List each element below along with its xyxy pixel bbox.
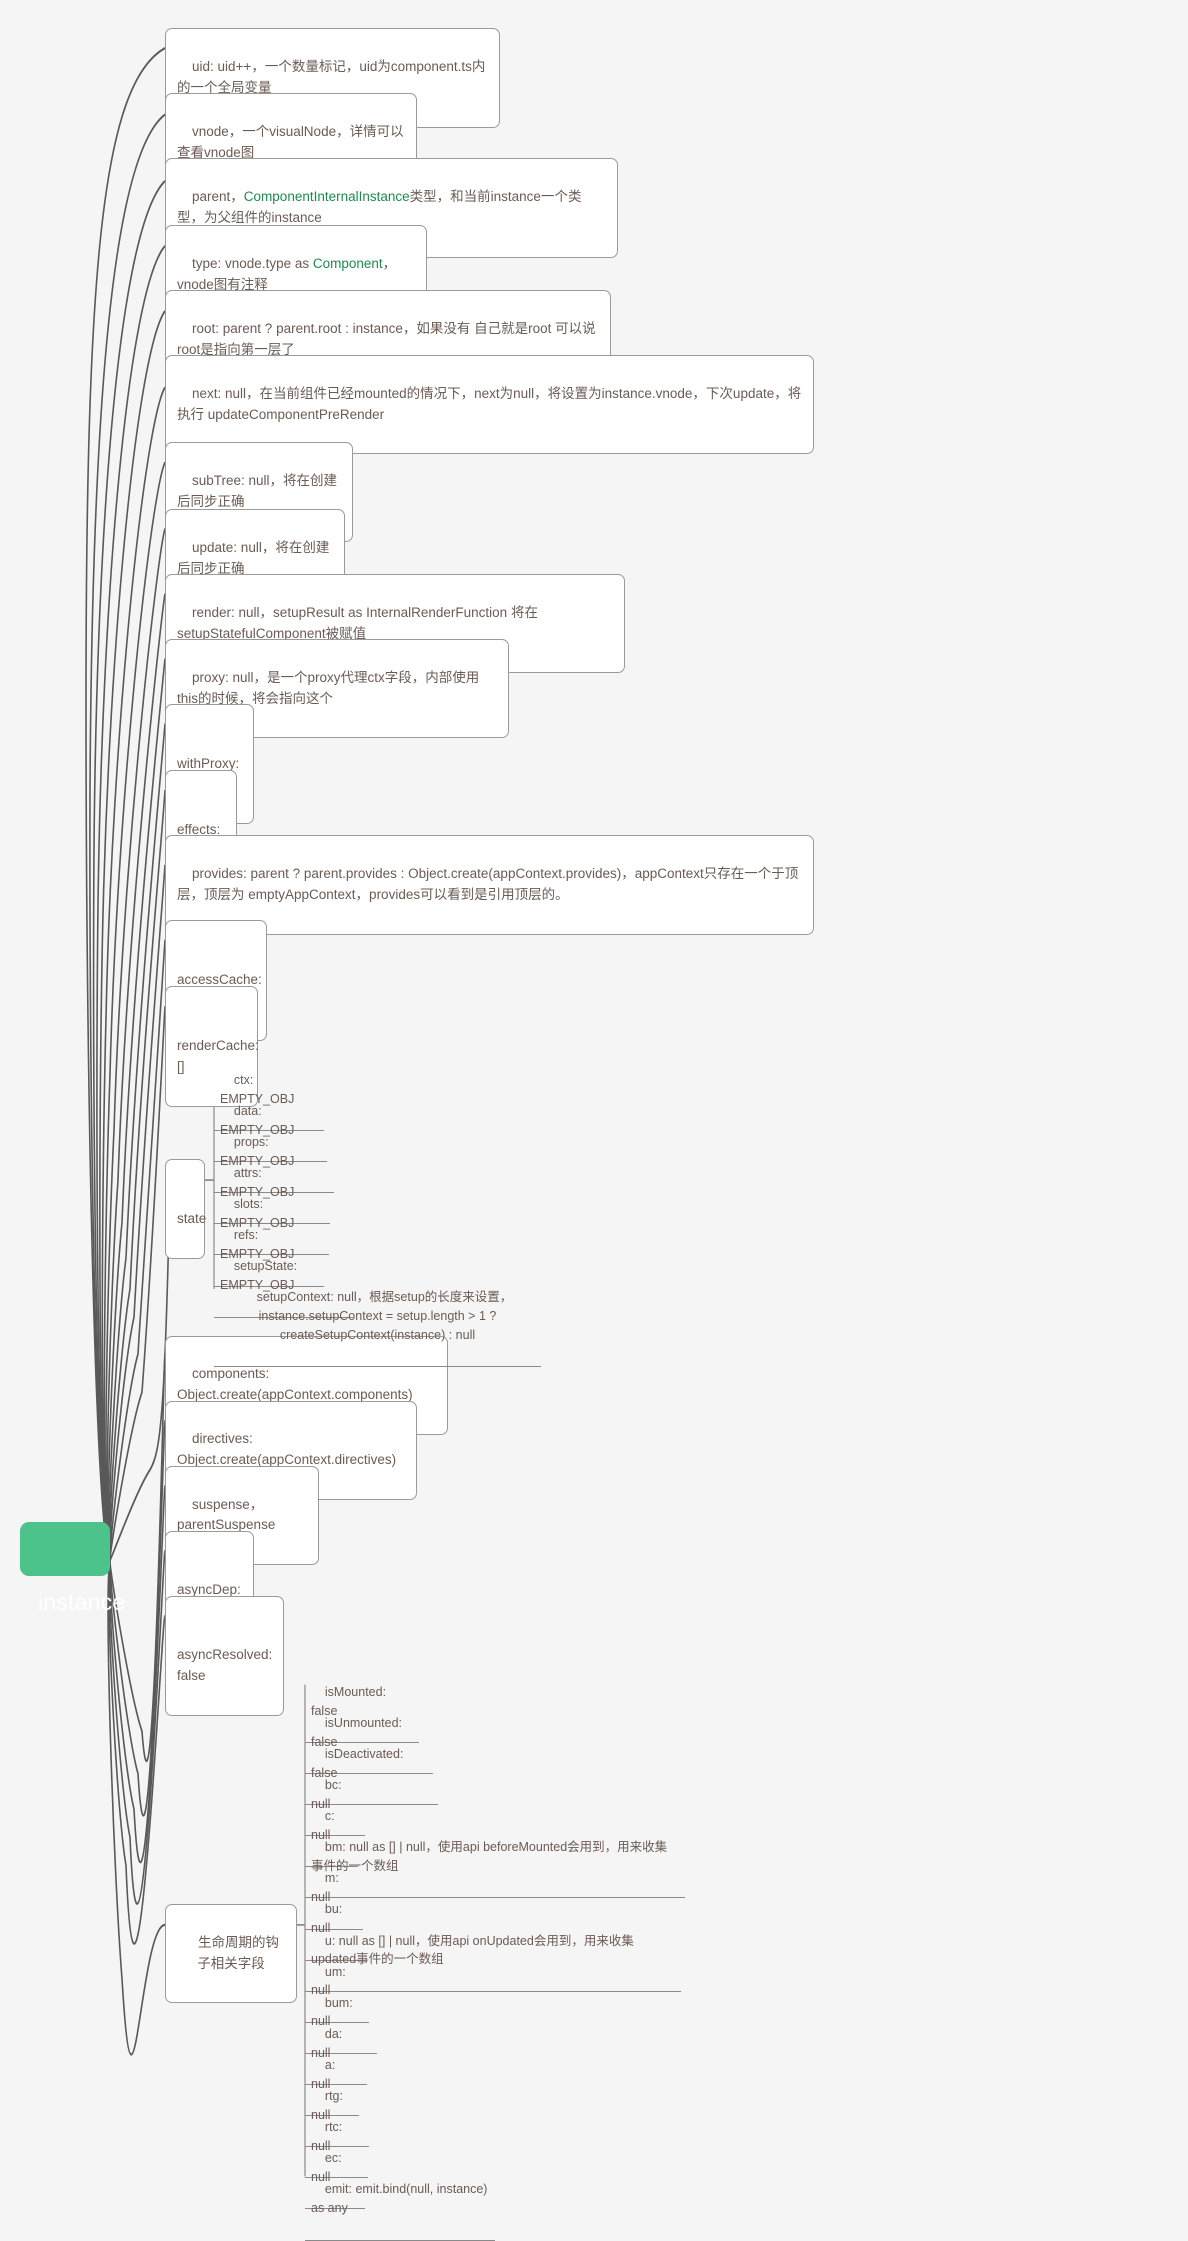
branch-label-proxy: proxy: null，是一个proxy代理ctx字段，内部使用this的时候，… xyxy=(177,669,480,706)
state-child-label: setupContext: null，根据setup的长度来设置，instanc… xyxy=(256,1290,513,1342)
branch-label-uid: uid: uid++，一个数量标记，uid为component.ts内的一个全局… xyxy=(177,59,486,96)
branch-label-asyncresolved: asyncResolved: false xyxy=(177,1647,277,1684)
branch-node-lifecycle[interactable]: 生命周期的钩子相关字段 xyxy=(165,1903,297,2004)
branch-label-components: components: Object.create(appContext.com… xyxy=(177,1366,413,1403)
branch-label-type-pre: type: vnode.type as xyxy=(192,255,313,271)
branch-label-parent-type: ComponentInternalInstance xyxy=(243,189,410,205)
branch-node-asyncresolved[interactable]: asyncResolved: false xyxy=(165,1595,284,1717)
lifecycle-child-label: emit: emit.bind(null, instance) as any xyxy=(311,2182,491,2215)
state-child-setupcontext[interactable]: setupContext: null，根据setup的长度来设置，instanc… xyxy=(214,1268,541,1368)
branch-label-root-field: root: parent ? parent.root : instance，如果… xyxy=(177,320,596,357)
branch-label-lifecycle: 生命周期的钩子相关字段 xyxy=(197,1934,279,1971)
branch-node-state[interactable]: state xyxy=(165,1158,207,1259)
root-node-label: instance xyxy=(38,1588,126,1615)
branch-label-provides: provides: parent ? parent.provides : Obj… xyxy=(177,866,799,903)
lifecycle-child-label: bm: null as [] | null，使用api beforeMounte… xyxy=(311,1840,668,1873)
branch-label-update: update: null，将在创建后同步正确 xyxy=(177,539,330,576)
branch-label-parent-pre: parent， xyxy=(192,189,244,205)
branch-label-next: next: null，在当前组件已经mounted的情况下，next为null，… xyxy=(177,385,802,422)
lifecycle-child-emit[interactable]: emit: emit.bind(null, instance) as any xyxy=(305,2160,495,2241)
branch-label-suspense: suspense，parentSuspense xyxy=(177,1496,276,1533)
branch-label-type-component: Component xyxy=(312,255,383,271)
branch-label-directives: directives: Object.create(appContext.dir… xyxy=(177,1431,397,1468)
branch-label-state: state xyxy=(177,1210,207,1226)
branch-node-next[interactable]: next: null，在当前组件已经mounted的情况下，next为null，… xyxy=(165,354,814,455)
branch-label-render: render: null，setupResult as InternalRend… xyxy=(177,604,538,641)
branch-label-subtree: subTree: null，将在创建后同步正确 xyxy=(177,473,338,510)
branch-label-vnode: vnode，一个visualNode，详情可以查看vnode图 xyxy=(177,124,404,161)
mindmap-canvas: instance uid: uid++，一个数量标记，uid为component… xyxy=(0,0,1188,2241)
root-node-instance[interactable]: instance xyxy=(20,1522,125,1615)
